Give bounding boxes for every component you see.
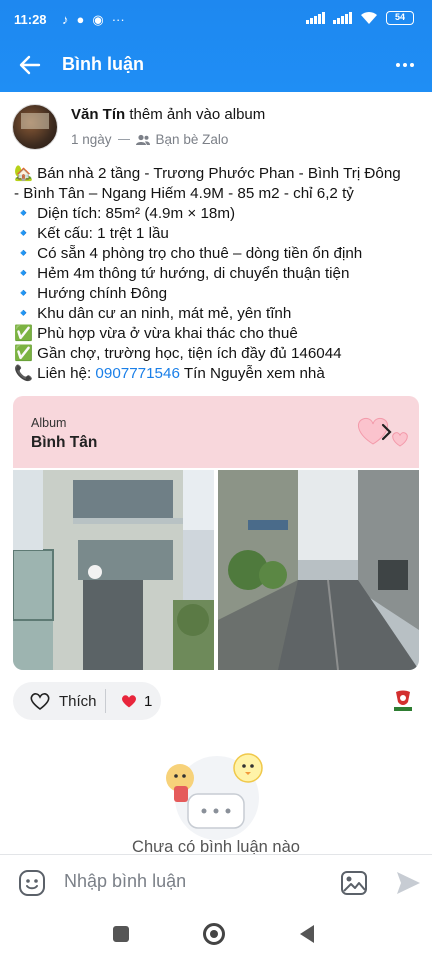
post-line: ✅ Phù hợp vừa ở vừa khai thác cho thuê — [14, 325, 298, 342]
back-button[interactable] — [14, 50, 46, 80]
like-button[interactable]: Thích — [13, 682, 105, 720]
reaction-bar: Thích 1 — [13, 682, 161, 720]
recent-apps-icon[interactable] — [113, 926, 129, 942]
send-icon[interactable] — [394, 869, 422, 897]
album-header[interactable]: Album Bình Tân — [13, 396, 419, 468]
sticker-icon[interactable] — [18, 869, 46, 897]
house-front-photo — [13, 470, 214, 670]
post-text: 🏡 Bán nhà 2 tầng - Trương Phước Phan - B… — [14, 164, 424, 384]
friends-icon — [135, 134, 150, 145]
post-line: 🔹 Hẻm 4m thông tứ hướng, di chuyển thuận… — [14, 265, 350, 282]
post-time: 1 ngày — [71, 132, 112, 147]
messenger-icon: ◉ — [92, 12, 104, 27]
status-bar: 11:28 ♪ ● ◉ ··· 54 — [0, 0, 432, 38]
top-bar: 11:28 ♪ ● ◉ ··· 54 Bình luận — [0, 0, 432, 92]
author-name[interactable]: Văn Tín — [71, 106, 125, 123]
home-icon[interactable] — [203, 923, 225, 945]
system-nav-bar — [0, 910, 432, 960]
brand-logo-icon — [394, 690, 412, 711]
reaction-count[interactable]: 1 — [106, 693, 152, 710]
heart-count-label: 1 — [144, 692, 153, 710]
status-right: 54 — [306, 11, 414, 25]
album-name: Bình Tân — [31, 434, 98, 451]
more-options-button[interactable] — [390, 52, 420, 78]
chevron-right-icon — [381, 423, 392, 441]
notification-icons: ♪ ● ◉ ··· — [62, 12, 125, 28]
signal-2-icon — [333, 12, 352, 24]
phone-icon: 📞 — [14, 365, 33, 382]
post-line: 🏡 Bán nhà 2 tầng - Trương Phước Phan - B… — [14, 165, 401, 182]
nav-back-icon[interactable] — [300, 925, 314, 943]
post-line: 🔹 Kết cấu: 1 trệt 1 lầu — [14, 225, 169, 242]
post-card: Văn Tín thêm ảnh vào album 1 ngày Bạn bè… — [0, 92, 432, 872]
phone-link[interactable]: 0907771546 — [95, 365, 179, 382]
post-line: 🔹 Diện tích: 85m² (4.9m × 18m) — [14, 205, 236, 222]
post-line: 🔹 Hướng chính Đông — [14, 285, 168, 302]
back-arrow-icon — [19, 55, 41, 75]
signal-icon — [306, 12, 325, 24]
more-notifications-icon: ··· — [111, 12, 125, 27]
album-photo[interactable] — [13, 470, 214, 670]
wifi-icon — [361, 11, 377, 24]
post-action: thêm ảnh vào album — [125, 106, 266, 123]
album-card[interactable]: Album Bình Tân — [13, 396, 419, 670]
status-time: 11:28 — [14, 12, 47, 27]
album-photo[interactable] — [218, 470, 419, 670]
app-bar: Bình luận — [0, 38, 432, 92]
contact-line: 📞 Liên hệ: 0907771546 Tín Nguyễn xem nhà — [14, 365, 325, 382]
album-label: Album — [31, 416, 67, 430]
post-audience: Bạn bè Zalo — [155, 132, 229, 147]
heart-outline-icon — [30, 693, 50, 711]
post-meta: 1 ngày Bạn bè Zalo — [71, 132, 228, 147]
comment-bar: Nhập bình luận — [0, 854, 432, 910]
alley-photo — [218, 470, 419, 670]
post-line: 🔹 Có sẵn 4 phòng trọ cho thuê – dòng tiề… — [14, 245, 363, 262]
post-line: - Bình Tân – Ngang Hiếm 4.9M - 85 m2 - c… — [14, 185, 354, 202]
like-label: Thích — [59, 692, 97, 710]
comment-input[interactable]: Nhập bình luận — [64, 871, 186, 892]
battery-icon: 54 — [386, 11, 414, 25]
empty-comments-illustration-icon — [166, 753, 263, 840]
page-title: Bình luận — [62, 54, 144, 74]
avatar[interactable] — [12, 104, 58, 150]
post-header: Văn Tín thêm ảnh vào album — [71, 106, 265, 123]
chat-bubble-icon: ● — [76, 12, 85, 27]
post-line: 🔹 Khu dân cư an ninh, mát mẻ, yên tĩnh — [14, 305, 292, 322]
tiktok-icon: ♪ — [62, 12, 69, 27]
image-icon[interactable] — [340, 870, 368, 896]
heart-filled-icon — [122, 695, 136, 708]
post-line: ✅ Gần chợ, trường học, tiện ích đầy đủ 1… — [14, 345, 342, 362]
